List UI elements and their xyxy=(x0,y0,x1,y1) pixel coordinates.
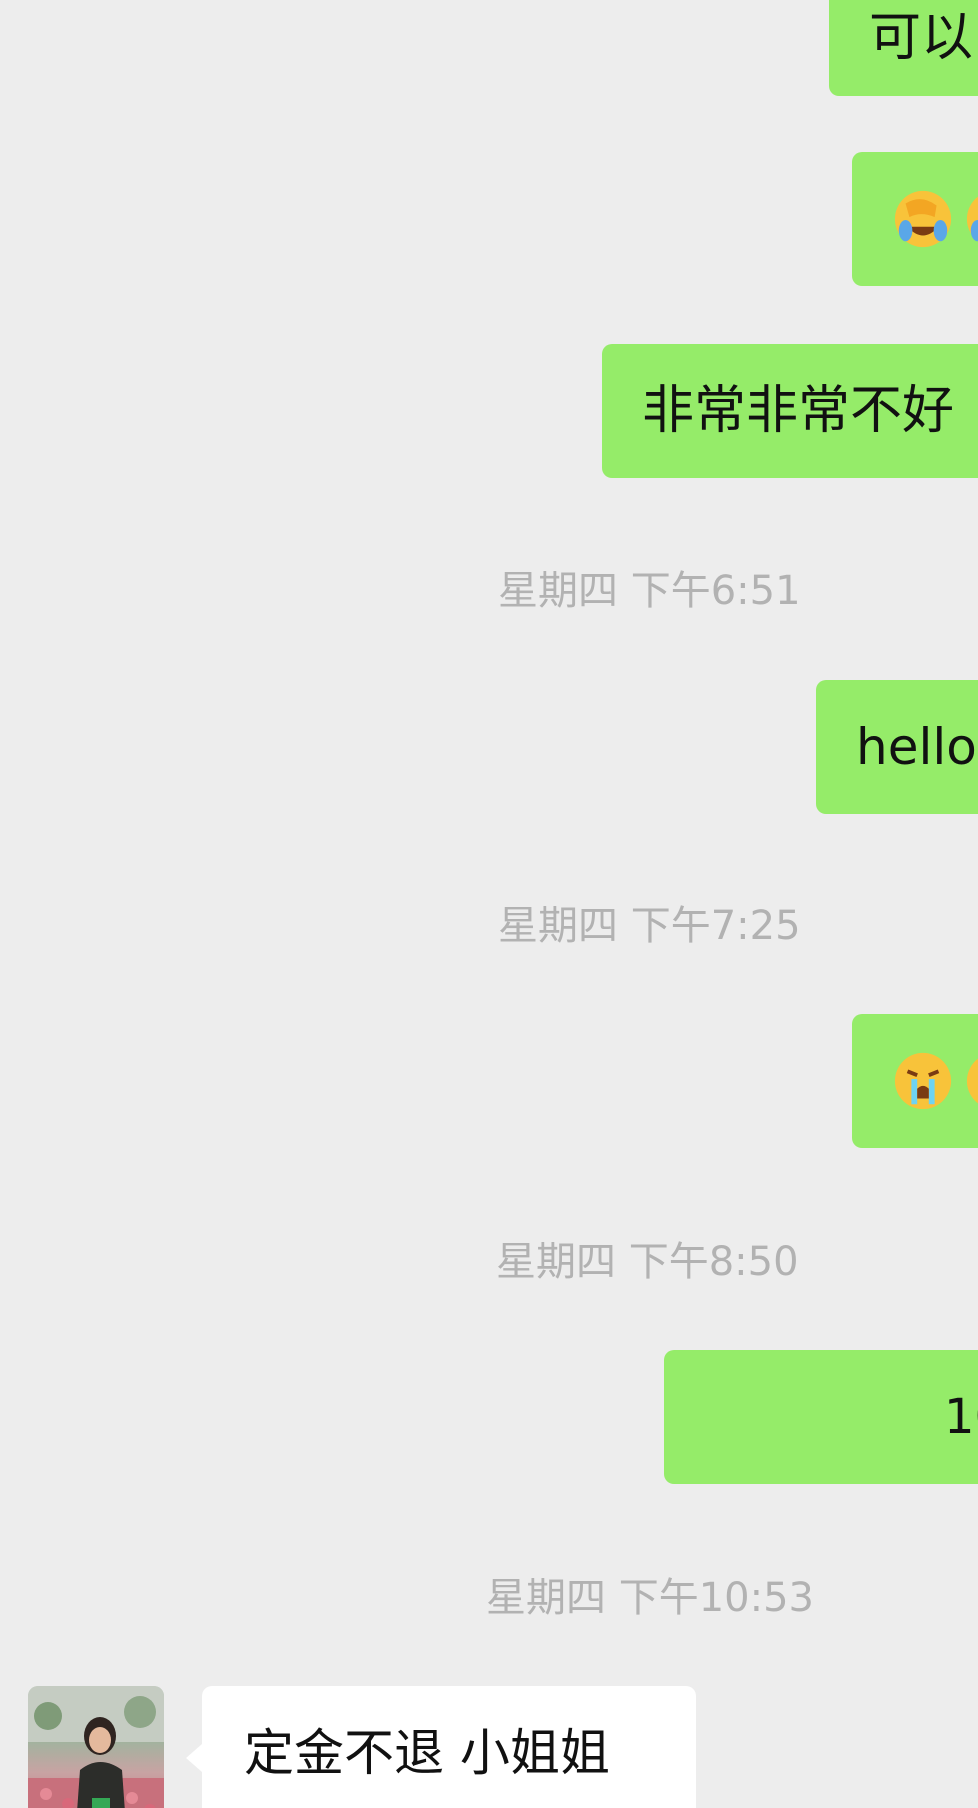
crying-face-emoji xyxy=(894,1052,952,1110)
message-timestamp: 星期四 下午8:50 xyxy=(496,1239,799,1285)
outgoing-emoji-bubble[interactable] xyxy=(852,152,978,286)
outgoing-emoji-bubble[interactable] xyxy=(852,1014,978,1148)
chat-message-list[interactable]: 可以 非常非常不好 星期四 下午6:51 hello 星期四 下午7:25 星期… xyxy=(0,0,978,1808)
outgoing-message-bubble[interactable]: 可以 xyxy=(829,0,978,96)
outgoing-message-bubble[interactable]: 非常非常不好 xyxy=(602,344,978,478)
message-timestamp: 星期四 下午10:53 xyxy=(486,1575,814,1621)
bubble-tail xyxy=(186,1744,202,1772)
outgoing-message-bubble[interactable]: 10 xyxy=(664,1350,978,1484)
outgoing-message-bubble[interactable]: hello xyxy=(816,680,978,814)
incoming-message-bubble[interactable]: 定金不退 小姐姐 xyxy=(202,1686,696,1808)
message-timestamp: 星期四 下午6:51 xyxy=(498,568,801,614)
message-text: 10 xyxy=(944,1389,978,1445)
message-text: hello xyxy=(856,718,977,776)
crying-face-emoji xyxy=(966,1058,978,1104)
message-text: 非常非常不好 xyxy=(642,381,955,441)
person-photo-icon xyxy=(28,1686,164,1808)
contact-avatar[interactable] xyxy=(28,1686,164,1808)
face-palm-laugh-emoji xyxy=(966,196,978,242)
message-text: 定金不退 小姐姐 xyxy=(244,1724,610,1782)
message-text: 可以 xyxy=(869,8,974,68)
face-palm-laugh-emoji xyxy=(894,190,952,248)
message-timestamp: 星期四 下午7:25 xyxy=(498,903,801,949)
